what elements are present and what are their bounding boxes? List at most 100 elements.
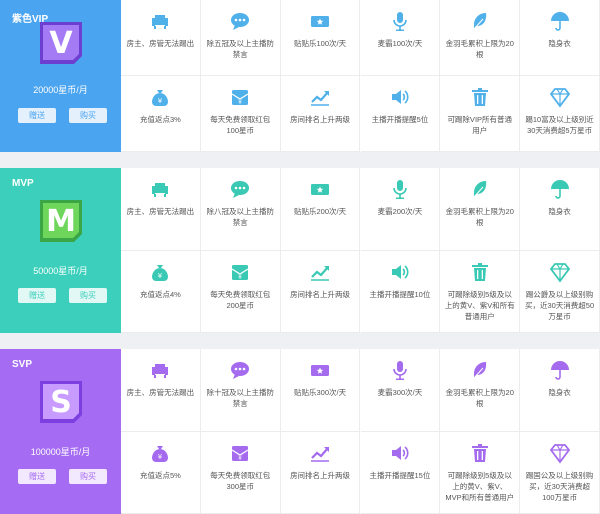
microphone-icon [389,178,411,200]
tier-badge-icon: M [36,196,86,246]
svg-text:¥: ¥ [238,455,242,462]
speaker-icon [389,261,411,283]
privilege-text: 主播开播提醒15位 [369,470,431,480]
privilege-text: 贴贴乐200次/天 [294,207,347,216]
red-packet-icon: ¥ [229,86,251,108]
privilege-cell: ¥ 充值返点5% [121,431,201,514]
buy-button[interactable]: 购买 [69,288,107,303]
sofa-icon [149,359,171,381]
money-bag-icon: ¥ [149,442,171,464]
trash-icon [469,261,491,283]
privilege-text: 充值返点3% [139,115,181,124]
privilege-cell: 麦霸300次/天 [360,349,441,432]
svg-text:M: M [46,204,76,239]
privilege-text: 主播开播提醒5位 [371,115,429,124]
privilege-text: 贴贴乐300次/天 [294,388,347,397]
privilege-cell: 踢国公及以上级别购买，近30天消费超100万星币 [520,431,600,514]
privilege-cell: 可踢除级别5级及以上的黄V、紫V、MVP和所有普通用户 [440,431,521,514]
chat-bubble-icon [229,10,251,32]
privilege-cell: 房间排名上升两级 [280,76,361,152]
trend-chart-icon [309,261,331,283]
privilege-text: 房间排名上升两级 [290,470,351,480]
buy-button[interactable]: 购买 [69,108,107,123]
privilege-cell: ¥ 每天免费领取红包100星币 [200,76,281,152]
privilege-text: 隐身衣 [548,39,571,48]
tier-2: SVP S 100000星币/月 赠送 购买 房主、房管无法踢出 除十冠及以上主播防禁言… [0,349,600,514]
privilege-cell: 金羽毛累积上限为20根 [440,0,521,76]
gift-button[interactable]: 赠送 [18,288,56,303]
privilege-cell: 房主、房管无法踢出 [121,0,201,76]
privilege-text: 除十冠及以上主播防禁言 [206,388,274,408]
privilege-text: 麦霸200次/天 [377,207,423,216]
privilege-text: 金羽毛累积上限为20根 [445,39,514,59]
tier-0: 紫色VIP V 20000星币/月 赠送 购买 房主、房管无法踢出 除五冠及以上主播防禁… [0,0,600,152]
tier-badge-icon: V [36,18,86,68]
red-packet-icon: ¥ [229,442,251,464]
privilege-cell: ¥ 充值返点3% [121,76,201,152]
privilege-text: 隐身衣 [548,388,571,397]
privilege-cell: 主播开播提醒5位 [360,76,441,152]
tier-card: 紫色VIP V 20000星币/月 赠送 购买 [0,0,121,152]
feather-icon [469,10,491,32]
chat-bubble-icon [229,178,251,200]
ticket-icon [309,178,331,200]
privilege-cell: 除五冠及以上主播防禁言 [200,0,281,76]
umbrella-icon [549,10,571,32]
tier-name: SVP [12,359,33,370]
svg-text:¥: ¥ [158,453,163,461]
privilege-cell: 房主、房管无法踢出 [121,168,201,251]
privilege-cell: ¥ 每天免费领取红包300星币 [200,431,281,514]
privilege-cell: 可踢除VIP所有普通用户 [440,76,521,152]
privilege-cell: 贴贴乐100次/天 [280,0,361,76]
privilege-text: 每天免费领取红包100星币 [210,115,271,135]
sofa-icon [149,178,171,200]
privilege-cell: 踢10富及以上级别近30天消费超5万星币 [520,76,600,152]
gift-button[interactable]: 赠送 [18,469,56,484]
privilege-cell: 金羽毛累积上限为20根 [440,349,521,432]
privilege-text: 贴贴乐100次/天 [294,39,347,48]
diamond-icon [549,86,571,108]
privilege-text: 每天免费领取红包300星币 [210,470,271,491]
privilege-text: 麦霸100次/天 [377,39,423,48]
privilege-text: 主播开播提醒10位 [369,289,431,299]
privilege-cell: 贴贴乐300次/天 [280,349,361,432]
privilege-text: 金羽毛累积上限为20根 [445,388,514,408]
money-bag-icon: ¥ [149,261,171,283]
privilege-text: 房主、房管无法踢出 [126,207,195,216]
microphone-icon [389,359,411,381]
privilege-cell: 房间排名上升两级 [280,250,361,333]
privilege-text: 房主、房管无法踢出 [126,39,195,48]
privilege-cell: 金羽毛累积上限为20根 [440,168,521,251]
tier-1: MVP M 50000星币/月 赠送 购买 房主、房管无法踢出 除八冠及以上主播防禁言贴… [0,168,600,333]
privilege-cell: ¥ 充值返点4% [121,250,201,333]
sofa-icon [149,10,171,32]
privilege-cell: 隐身衣 [520,0,600,76]
privilege-cell: 可踢除级别5级及以上的黄V、紫V和所有普通用户 [440,250,521,333]
privilege-text: 每天免费领取红包200星币 [210,289,271,310]
feather-icon [469,178,491,200]
umbrella-icon [549,178,571,200]
privilege-text: 除八冠及以上主播防禁言 [206,207,274,227]
svg-text:¥: ¥ [158,272,163,280]
privilege-text: 充值返点4% [139,289,181,299]
privilege-text: 除五冠及以上主播防禁言 [206,39,274,59]
privilege-cell: 麦霸100次/天 [360,0,441,76]
gift-button[interactable]: 赠送 [18,108,56,123]
buy-button[interactable]: 购买 [69,469,107,484]
privilege-text: 踢公爵及以上级别购买，近30天消费超50万星币 [524,289,595,321]
trash-icon [469,442,491,464]
speaker-icon [389,442,411,464]
privilege-text: 可踢除VIP所有普通用户 [447,115,513,135]
ticket-icon [309,10,331,32]
tier-badge-icon: S [36,377,86,427]
privilege-text: 房间排名上升两级 [290,115,351,124]
privilege-cell: 隐身衣 [520,349,600,432]
privilege-text: 可踢除级别5级及以上的黄V、紫V、MVP和所有普通用户 [445,470,515,502]
privilege-text: 踢国公及以上级别购买，近30天消费超100万星币 [525,470,594,502]
privilege-cell: 房间排名上升两级 [280,431,361,514]
privilege-cell: 主播开播提醒15位 [360,431,441,514]
privilege-cell: 主播开播提醒10位 [360,250,441,333]
tier-price: 20000星币/月 [33,85,88,95]
microphone-icon [389,10,411,32]
trend-chart-icon [309,86,331,108]
